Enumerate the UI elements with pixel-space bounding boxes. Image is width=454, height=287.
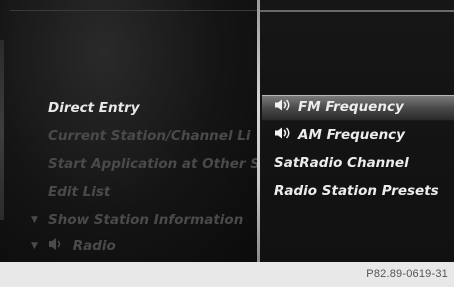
figure: Direct Entry Current Station/Channel Li … bbox=[0, 0, 454, 287]
right-top-rule bbox=[260, 10, 454, 12]
submenu-item-fm-frequency[interactable]: FM Frequency bbox=[274, 96, 404, 118]
menu-item-label: Current Station/Channel Li bbox=[48, 128, 251, 144]
radio-icon bbox=[48, 237, 64, 257]
left-top-rule bbox=[10, 10, 257, 11]
figure-code: P82.89-0619-31 bbox=[366, 268, 448, 280]
speaker-icon bbox=[274, 124, 292, 146]
submenu-item-am-frequency[interactable]: AM Frequency bbox=[274, 124, 405, 146]
menu-item-direct-entry[interactable]: Direct Entry bbox=[48, 98, 140, 118]
menu-item-current-station-list[interactable]: Current Station/Channel Li bbox=[48, 126, 251, 146]
left-edge-bar bbox=[0, 40, 4, 220]
menu-item-label: Radio bbox=[72, 238, 116, 254]
submenu-item-satradio-channel[interactable]: SatRadio Channel bbox=[274, 152, 409, 174]
menu-item-label: Direct Entry bbox=[48, 100, 140, 116]
submenu-item-radio-station-presets[interactable]: Radio Station Presets bbox=[274, 180, 439, 202]
speaker-icon bbox=[274, 96, 292, 118]
menu-item-radio[interactable]: ▼ Radio bbox=[31, 236, 116, 257]
menu-item-edit-list[interactable]: Edit List bbox=[48, 182, 110, 202]
display-screen: Direct Entry Current Station/Channel Li … bbox=[0, 0, 454, 262]
submenu-item-label: SatRadio Channel bbox=[274, 155, 409, 171]
menu-item-start-application[interactable]: Start Application at Other S bbox=[48, 154, 260, 174]
menu-item-label: Edit List bbox=[48, 184, 111, 200]
menu-item-label: Show Station Information bbox=[48, 212, 244, 228]
submenu-item-label: AM Frequency bbox=[298, 127, 405, 143]
triangle-down-icon: ▼ bbox=[31, 241, 38, 251]
submenu-item-label: FM Frequency bbox=[298, 99, 404, 115]
triangle-down-icon: ▼ bbox=[31, 215, 38, 225]
menu-item-label: Start Application at Other S bbox=[48, 156, 260, 172]
submenu-item-label: Radio Station Presets bbox=[274, 183, 439, 199]
menu-item-show-station-information[interactable]: ▼ Show Station Information bbox=[31, 210, 244, 230]
